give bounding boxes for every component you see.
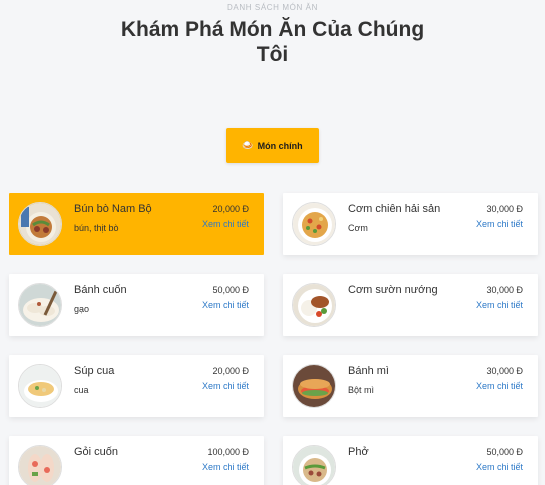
dish-name: Bún bò Nam Bộ bbox=[74, 203, 152, 215]
dish-desc: Bột mì bbox=[348, 385, 375, 395]
view-detail-link[interactable]: Xem chi tiết bbox=[476, 381, 523, 391]
view-detail-link[interactable]: Xem chi tiết bbox=[202, 381, 249, 391]
dish-price: 30,000 Đ bbox=[486, 285, 523, 295]
page-title-line1: Khám Phá Món Ăn Của Chúng bbox=[120, 18, 425, 41]
dish-price: 50,000 Đ bbox=[212, 285, 249, 295]
dish-price: 30,000 Đ bbox=[486, 204, 523, 214]
view-detail-link[interactable]: Xem chi tiết bbox=[476, 300, 523, 310]
dish-name: Cơm chiên hải sản bbox=[348, 203, 441, 215]
view-detail-link[interactable]: Xem chi tiết bbox=[202, 462, 249, 472]
page-title: Khám Phá Món Ăn Của Chúng Tôi bbox=[100, 17, 445, 67]
dish-name: Phở bbox=[348, 446, 369, 458]
menu-card[interactable]: Bánh mì Bột mì 30,000 Đ Xem chi tiết bbox=[283, 355, 538, 417]
view-detail-link[interactable]: Xem chi tiết bbox=[476, 219, 523, 229]
menu-card[interactable]: Bún bò Nam Bộ bún, thịt bò 20,000 Đ Xem … bbox=[9, 193, 264, 255]
bun-bo-photo-icon bbox=[18, 202, 62, 246]
food-bowl-icon: 🍛 bbox=[242, 140, 254, 150]
dish-desc: gạo bbox=[74, 304, 90, 314]
view-detail-link[interactable]: Xem chi tiết bbox=[202, 219, 249, 229]
dish-price: 20,000 Đ bbox=[212, 204, 249, 214]
dish-price: 50,000 Đ bbox=[486, 447, 523, 457]
view-detail-link[interactable]: Xem chi tiết bbox=[202, 300, 249, 310]
dish-name: Bánh cuốn bbox=[74, 284, 127, 296]
dish-desc: bún, thịt bò bbox=[74, 223, 119, 233]
page-title-line2: Tôi bbox=[256, 43, 289, 66]
section-eyebrow: DANH SÁCH MÓN ĂN bbox=[227, 3, 318, 12]
com-suon-photo-icon bbox=[292, 283, 336, 327]
menu-card[interactable]: Cơm chiên hải sản Cơm 30,000 Đ Xem chi t… bbox=[283, 193, 538, 255]
crab-soup-photo-icon bbox=[18, 364, 62, 408]
dish-name: Gỏi cuốn bbox=[74, 446, 119, 458]
dish-price: 20,000 Đ bbox=[212, 366, 249, 376]
dish-desc: Cơm bbox=[348, 223, 368, 233]
menu-card[interactable]: Súp cua cua 20,000 Đ Xem chi tiết bbox=[9, 355, 264, 417]
category-main-dishes-button[interactable]: 🍛 Món chính bbox=[226, 128, 319, 163]
dish-price: 100,000 Đ bbox=[207, 447, 249, 457]
dish-name: Bánh mì bbox=[348, 365, 389, 377]
dish-desc: cua bbox=[74, 385, 89, 395]
dish-name: Cơm sườn nướng bbox=[348, 284, 438, 296]
spring-roll-photo-icon bbox=[18, 445, 62, 485]
menu-card[interactable]: Cơm sườn nướng 30,000 Đ Xem chi tiết bbox=[283, 274, 538, 336]
banh-cuon-photo-icon bbox=[18, 283, 62, 327]
dish-price: 30,000 Đ bbox=[486, 366, 523, 376]
menu-card[interactable]: Gỏi cuốn 100,000 Đ Xem chi tiết bbox=[9, 436, 264, 485]
menu-card[interactable]: Bánh cuốn gạo 50,000 Đ Xem chi tiết bbox=[9, 274, 264, 336]
view-detail-link[interactable]: Xem chi tiết bbox=[476, 462, 523, 472]
pho-photo-icon bbox=[292, 445, 336, 485]
menu-card[interactable]: Phở 50,000 Đ Xem chi tiết bbox=[283, 436, 538, 485]
category-label: Món chính bbox=[257, 140, 303, 151]
banh-mi-photo-icon bbox=[292, 364, 336, 408]
dish-name: Súp cua bbox=[74, 365, 115, 377]
fried-rice-photo-icon bbox=[292, 202, 336, 246]
